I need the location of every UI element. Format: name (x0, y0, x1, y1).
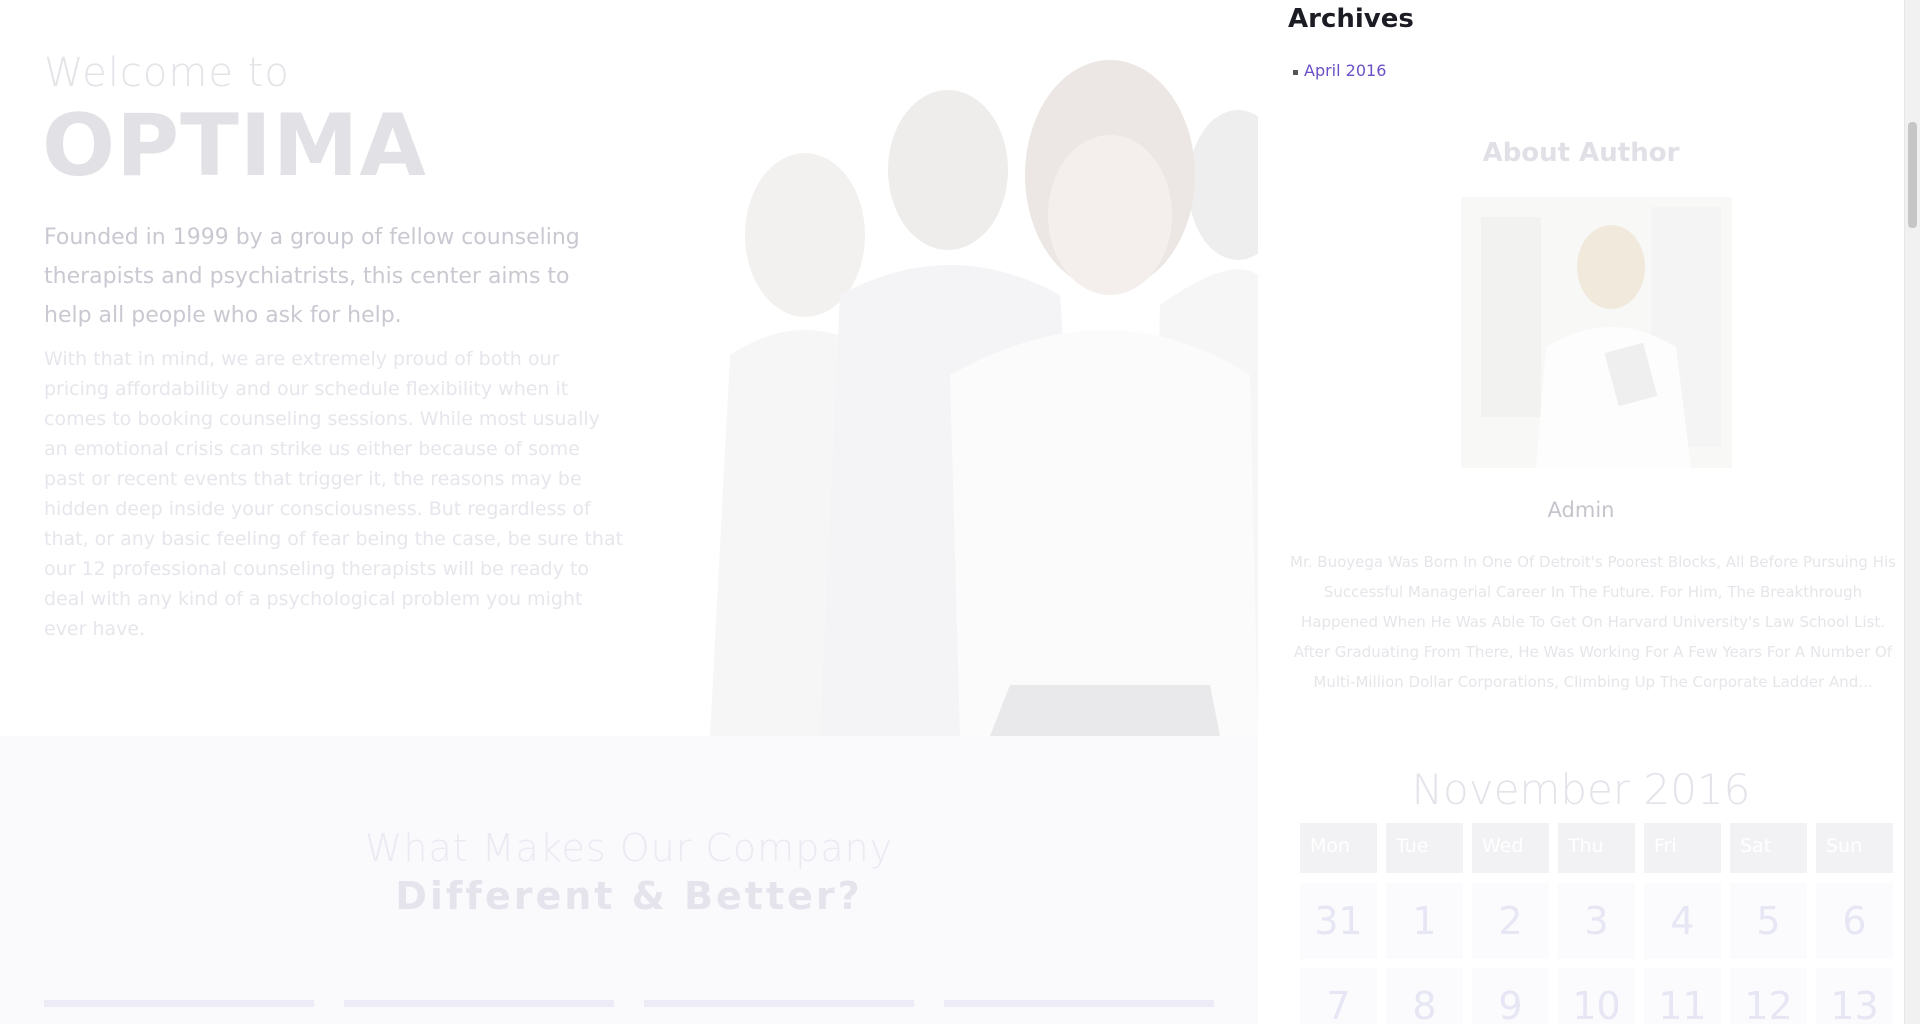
calendar-weekday: Fri (1644, 823, 1721, 873)
square-bullet-icon (1293, 70, 1298, 75)
author-photo (1461, 197, 1732, 468)
calendar-day[interactable]: 12 (1730, 968, 1807, 1024)
calendar-weekday: Sat (1730, 823, 1807, 873)
calendar-day[interactable]: 8 (1386, 968, 1463, 1024)
calendar-day[interactable]: 7 (1300, 968, 1377, 1024)
calendar-day[interactable]: 1 (1386, 883, 1463, 959)
calendar-weekday: Thu (1558, 823, 1635, 873)
hero-welcome: Welcome to (44, 50, 290, 96)
features-title: What Makes Our Company (364, 826, 894, 870)
author-bio: Mr. Buoyega Was Born In One Of Detroit's… (1290, 553, 1896, 691)
calendar-day[interactable]: 3 (1558, 883, 1635, 959)
calendar-weekday: Wed (1472, 823, 1549, 873)
calendar-day[interactable]: 10 (1558, 968, 1635, 1024)
calendar-day[interactable]: 5 (1730, 883, 1807, 959)
main-content: Welcome to OPTIMA Founded in 1999 by a g… (0, 0, 1258, 1024)
calendar-weekday: Sun (1816, 823, 1893, 873)
calendar-title: November 2016 (1411, 765, 1751, 814)
calendar-weekday: Tue (1386, 823, 1463, 873)
calendar-weekday: Mon (1300, 823, 1377, 873)
calendar-day[interactable]: 4 (1644, 883, 1721, 959)
team-photo (690, 55, 1258, 736)
calendar-day[interactable]: 11 (1644, 968, 1721, 1024)
feature-card-top (44, 1000, 314, 1007)
archives-heading: Archives (1288, 4, 1414, 34)
feature-card-top (644, 1000, 914, 1007)
scrollbar-thumb[interactable] (1908, 122, 1917, 228)
hero-brand-title: OPTIMA (42, 96, 427, 196)
feature-card-top (944, 1000, 1214, 1007)
hero-lead-text: Founded in 1999 by a group of fellow cou… (44, 225, 580, 328)
author-name: Admin (1547, 498, 1615, 522)
feature-card-top (344, 1000, 614, 1007)
page-scrollbar[interactable] (1904, 0, 1920, 1024)
calendar-day[interactable]: 31 (1300, 883, 1377, 959)
calendar-day[interactable]: 13 (1816, 968, 1893, 1024)
calendar-day[interactable]: 2 (1472, 883, 1549, 959)
hero-body-text: With that in mind, we are extremely prou… (44, 348, 624, 640)
archive-link-april-2016[interactable]: April 2016 (1304, 61, 1386, 80)
features-subtitle: Different & Better? (395, 874, 863, 918)
about-author-heading: About Author (1482, 138, 1680, 168)
calendar-day[interactable]: 6 (1816, 883, 1893, 959)
sidebar: Archives April 2016 About Author Admin M… (1258, 0, 1904, 1024)
hero-section: Welcome to OPTIMA Founded in 1999 by a g… (0, 0, 1258, 736)
calendar-day[interactable]: 9 (1472, 968, 1549, 1024)
